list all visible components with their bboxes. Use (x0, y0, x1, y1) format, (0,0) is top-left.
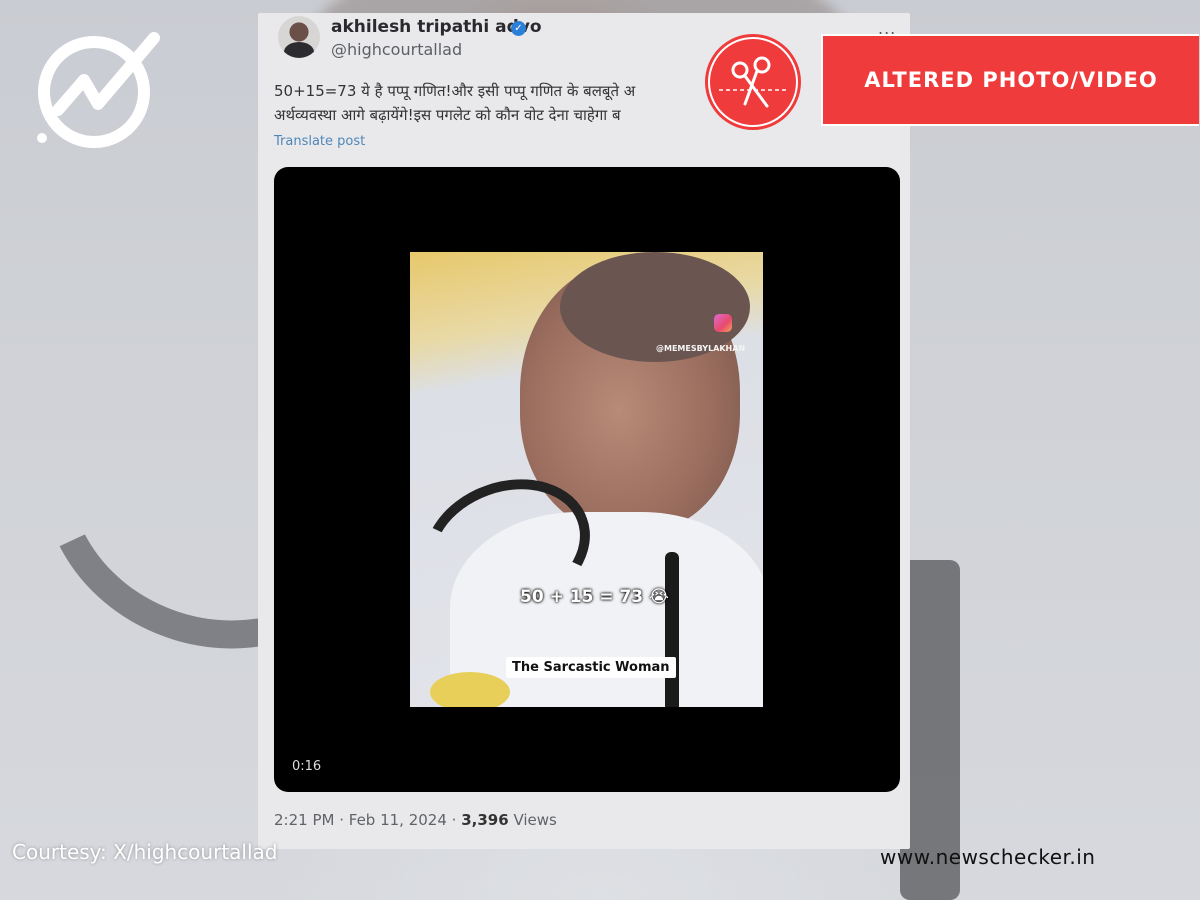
tweet-text-line2: अर्थव्यवस्था आगे बढ़ायेंगे!इस पगलेट को क… (274, 106, 621, 124)
video-frame: @MEMESBYLAKHAN 50 + 15 = 73 😭 The Sarcas… (410, 252, 763, 707)
scissors-icon (708, 37, 798, 127)
tweet-time[interactable]: 2:21 PM (274, 811, 334, 829)
tweet-date[interactable]: Feb 11, 2024 (349, 811, 447, 829)
tweet-meta: 2:21 PM · Feb 11, 2024 · 3,396 Views (274, 811, 557, 829)
tweet-text-line1: 50+15=73 ये है पप्पू गणित!और इसी पप्पू ग… (274, 82, 636, 100)
altered-label: ALTERED PHOTO/VIDEO (821, 34, 1199, 126)
video-player[interactable]: @MEMESBYLAKHAN 50 + 15 = 73 😭 The Sarcas… (274, 167, 900, 792)
views-label: Views (513, 811, 557, 829)
video-duration: 0:16 (292, 759, 322, 774)
instagram-icon (714, 314, 732, 332)
site-url: www.newschecker.in (880, 845, 1096, 869)
altered-scissors-badge (705, 34, 801, 130)
avatar[interactable] (278, 16, 320, 58)
author-handle[interactable]: @highcourtallad (331, 40, 462, 59)
verified-badge-icon: ✓ (511, 21, 526, 36)
tweet-text: 50+15=73 ये है पप्पू गणित!और इसी पप्पू ग… (274, 79, 894, 127)
translate-post-link[interactable]: Translate post (274, 134, 365, 149)
video-equation-text: 50 + 15 = 73 😭 (520, 587, 669, 607)
video-watermark: @MEMESBYLAKHAN (656, 344, 746, 353)
views-count: 3,396 (461, 811, 509, 829)
courtesy-credit: Courtesy: X/highcourtallad (12, 840, 278, 864)
author-name[interactable]: akhilesh tripathi advo (331, 17, 542, 37)
video-caption: The Sarcastic Woman (506, 657, 676, 678)
tweet-card: akhilesh tripathi advo ✓ @highcourtallad… (258, 13, 910, 849)
newschecker-logo-icon (37, 32, 160, 148)
